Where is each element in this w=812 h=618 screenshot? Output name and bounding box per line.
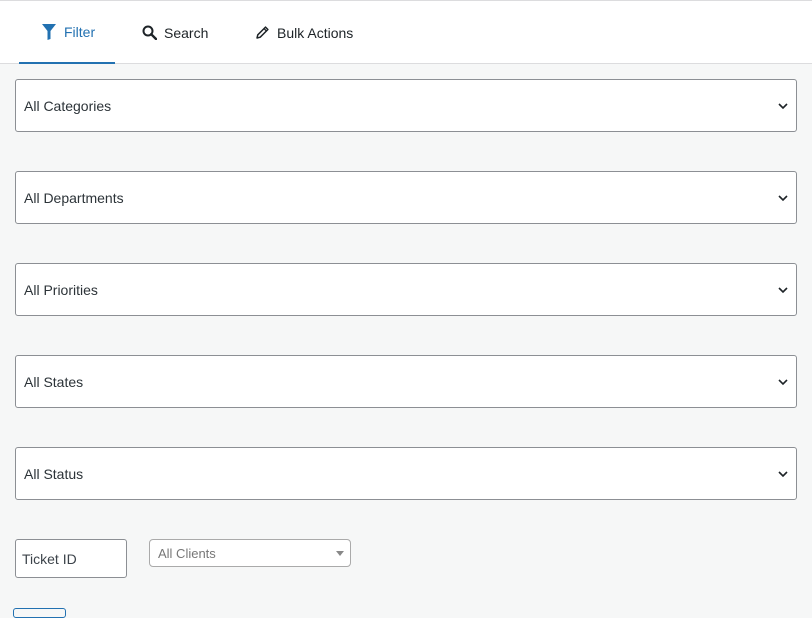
submit-button[interactable]: [13, 608, 66, 618]
client-select-value: All Clients: [158, 545, 216, 561]
tab-search[interactable]: Search: [141, 1, 208, 64]
category-select-value: All Categories: [24, 97, 112, 114]
status-select[interactable]: All Status: [15, 447, 797, 500]
search-icon: [141, 25, 157, 41]
department-select[interactable]: All Departments: [15, 171, 797, 224]
department-select-value: All Departments: [24, 189, 124, 206]
client-select[interactable]: All Clients: [149, 539, 351, 567]
chevron-down-icon: [778, 194, 788, 201]
ticket-id-input[interactable]: [15, 539, 127, 578]
pencil-icon: [254, 25, 270, 41]
tab-filter-label: Filter: [64, 23, 96, 40]
dropdown-arrow-icon: [336, 551, 344, 556]
priority-select-value: All Priorities: [24, 281, 98, 298]
filter-icon: [41, 23, 57, 40]
tab-bulk-actions-label: Bulk Actions: [277, 24, 354, 41]
chevron-down-icon: [778, 286, 788, 293]
chevron-down-icon: [778, 470, 788, 477]
chevron-down-icon: [778, 378, 788, 385]
category-select[interactable]: All Categories: [15, 79, 797, 132]
tab-bar: Filter Search Bulk Actions: [0, 0, 812, 64]
priority-select[interactable]: All Priorities: [15, 263, 797, 316]
tab-filter[interactable]: Filter: [19, 1, 115, 64]
status-select-value: All Status: [24, 465, 84, 482]
state-select-value: All States: [24, 373, 84, 390]
chevron-down-icon: [778, 102, 788, 109]
tab-bulk-actions[interactable]: Bulk Actions: [254, 1, 353, 64]
tab-search-label: Search: [164, 24, 209, 41]
state-select[interactable]: All States: [15, 355, 797, 408]
